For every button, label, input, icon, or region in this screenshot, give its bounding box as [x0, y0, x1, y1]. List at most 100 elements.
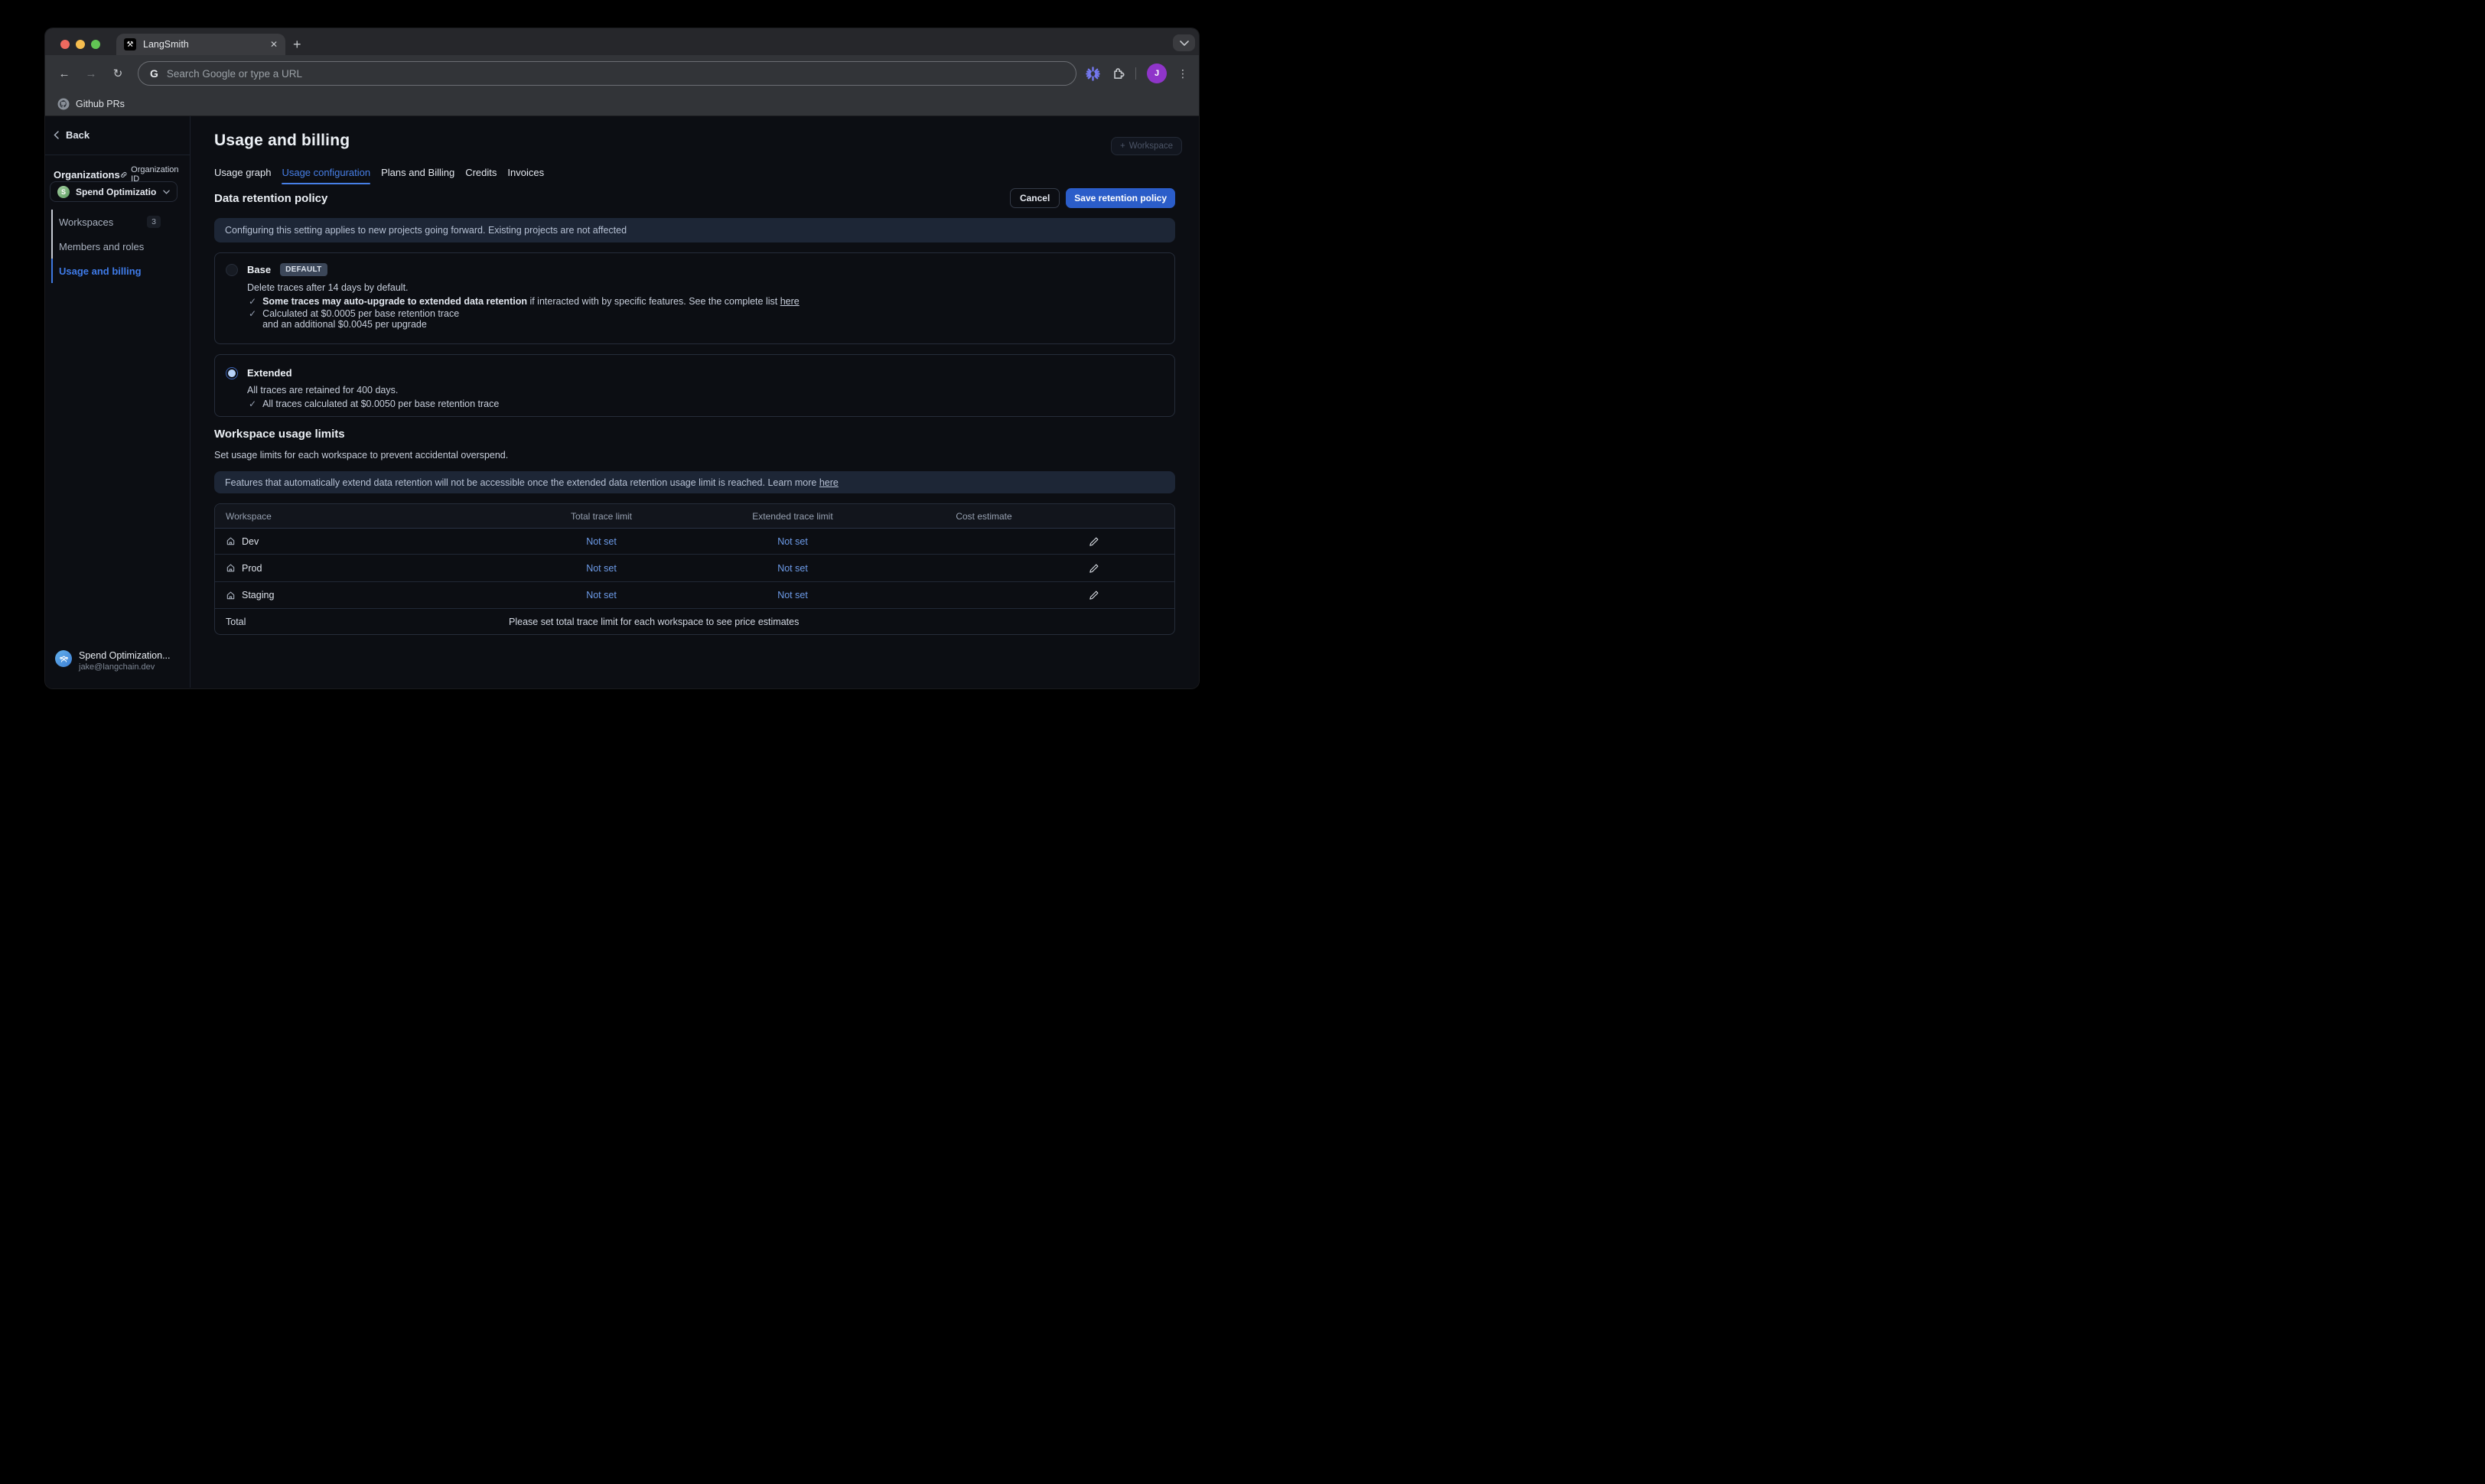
account-menu[interactable]: Spend Optimization... jake@langchain.dev [55, 650, 171, 672]
langsmith-favicon-icon: ⚒ [124, 38, 136, 50]
tab-close-icon[interactable]: ✕ [270, 39, 278, 50]
retention-option-extended: Extended All traces are retained for 400… [214, 354, 1175, 417]
workspace-name: Prod [242, 563, 262, 574]
base-point-1: ✓ Some traces may auto-upgrade to extend… [249, 296, 800, 307]
default-badge: DEFAULT [280, 263, 327, 276]
extended-point1-text: All traces calculated at $0.0050 per bas… [262, 399, 499, 409]
browser-toolbar: ← → ↻ G Search Google or type a URL [45, 55, 1199, 92]
extended-trace-limit-link[interactable]: Not set [697, 563, 888, 574]
sidebar-item-label: Usage and billing [59, 265, 142, 277]
save-retention-policy-button[interactable]: Save retention policy [1066, 188, 1175, 208]
page-tabs: Usage graph Usage configuration Plans an… [214, 167, 544, 184]
extended-trace-limit-link[interactable]: Not set [697, 590, 888, 600]
radio-extended[interactable] [226, 367, 238, 379]
edit-icon[interactable] [1089, 536, 1099, 547]
base-label: Base [247, 264, 271, 275]
back-icon[interactable]: ← [56, 67, 73, 80]
bookmark-github-prs[interactable]: Github PRs [76, 99, 125, 109]
back-button[interactable]: Back [54, 129, 90, 141]
profile-avatar[interactable]: J [1147, 63, 1167, 83]
check-icon: ✓ [249, 399, 256, 409]
sidebar-item-label: Members and roles [59, 241, 144, 252]
total-trace-limit-link[interactable]: Not set [506, 563, 697, 574]
google-icon: G [150, 67, 158, 80]
sidebar-item-usage-billing[interactable]: Usage and billing [51, 259, 190, 283]
workspace-name: Dev [242, 536, 259, 547]
workspace-icon [226, 591, 236, 600]
total-message: Please set total trace limit for each wo… [506, 617, 1174, 627]
retention-option-base: Base DEFAULT Delete traces after 14 days… [214, 252, 1175, 344]
toolbar-divider [1135, 67, 1136, 80]
tab-plans-and-billing[interactable]: Plans and Billing [381, 167, 454, 184]
sidebar-item-workspaces[interactable]: Workspaces 3 [51, 210, 190, 234]
usage-limits-table: Workspace Total trace limit Extended tra… [214, 503, 1175, 635]
account-avatar [55, 650, 72, 667]
workspace-icon [226, 563, 236, 573]
tab-strip: ⚒ LangSmith ✕ + [45, 28, 1199, 55]
page-title: Usage and billing [214, 132, 350, 150]
retention-info-banner: Configuring this setting applies to new … [214, 218, 1175, 242]
learn-more-link[interactable]: here [819, 477, 839, 488]
sidebar-item-members[interactable]: Members and roles [51, 234, 190, 259]
sidebar-item-label: Workspaces [59, 216, 113, 228]
workspaces-count-badge: 3 [147, 216, 161, 228]
base-point2-line2: and an additional $0.0045 per upgrade [262, 319, 427, 330]
base-description: Delete traces after 14 days by default. [247, 282, 409, 293]
extended-trace-limit-link[interactable]: Not set [697, 536, 888, 547]
table-row-staging: Staging Not set Not set [215, 582, 1174, 609]
workspace-icon [226, 536, 236, 546]
limits-heading: Workspace usage limits [214, 428, 345, 441]
limits-banner-text: Features that automatically extend data … [225, 477, 819, 488]
org-selector-value: Spend Optimization Tu... [76, 187, 157, 197]
add-workspace-label: Workspace [1129, 142, 1173, 151]
col-header-total-trace-limit: Total trace limit [506, 511, 697, 522]
tab-usage-configuration[interactable]: Usage configuration [282, 167, 370, 184]
reload-icon[interactable]: ↻ [109, 67, 126, 80]
browser-menu-icon[interactable]: ⋮ [1177, 67, 1188, 80]
col-header-cost-estimate: Cost estimate [888, 511, 1080, 522]
base-point1-rest: if interacted with by specific features.… [527, 296, 780, 307]
col-header-workspace: Workspace [215, 511, 506, 522]
table-row-dev: Dev Not set Not set [215, 529, 1174, 555]
table-total-row: Total Please set total trace limit for e… [215, 609, 1174, 635]
minimize-window-button[interactable] [76, 40, 85, 49]
chevron-left-icon [54, 131, 59, 139]
tab-usage-graph[interactable]: Usage graph [214, 167, 271, 184]
extensions-puzzle-icon[interactable] [1111, 67, 1125, 80]
account-name: Spend Optimization... [79, 650, 171, 661]
new-tab-button[interactable]: + [293, 34, 301, 54]
table-row-prod: Prod Not set Not set [215, 555, 1174, 582]
add-workspace-button[interactable]: + Workspace [1111, 137, 1182, 155]
edit-icon[interactable] [1089, 590, 1099, 600]
maximize-window-button[interactable] [91, 40, 100, 49]
radio-base[interactable] [226, 264, 238, 276]
link-icon [120, 171, 127, 179]
back-label: Back [66, 129, 90, 141]
retention-header-row: Data retention policy Cancel Save retent… [214, 188, 1175, 208]
limits-description: Set usage limits for each workspace to p… [214, 450, 508, 460]
extension-starburst-icon[interactable] [1086, 67, 1100, 81]
table-header-row: Workspace Total trace limit Extended tra… [215, 504, 1174, 529]
check-icon: ✓ [249, 308, 256, 319]
cancel-button[interactable]: Cancel [1010, 188, 1060, 208]
workspace-name: Staging [242, 590, 274, 600]
url-bar[interactable]: G Search Google or type a URL [138, 61, 1076, 86]
tab-invoices[interactable]: Invoices [507, 167, 544, 184]
total-trace-limit-link[interactable]: Not set [506, 536, 697, 547]
tab-credits[interactable]: Credits [465, 167, 497, 184]
browser-tab[interactable]: ⚒ LangSmith ✕ [116, 34, 285, 55]
chevron-down-icon [1180, 41, 1189, 46]
base-point-2: ✓ Calculated at $0.0005 per base retenti… [249, 308, 459, 330]
extended-description: All traces are retained for 400 days. [247, 385, 398, 395]
total-trace-limit-link[interactable]: Not set [506, 590, 697, 600]
retention-heading: Data retention policy [214, 192, 327, 205]
close-window-button[interactable] [60, 40, 70, 49]
sidebar: Back Organizations Organization ID S Spe… [45, 116, 191, 688]
edit-icon[interactable] [1089, 563, 1099, 574]
organization-selector[interactable]: S Spend Optimization Tu... [50, 181, 178, 202]
forward-icon[interactable]: → [83, 67, 99, 80]
account-email: jake@langchain.dev [79, 662, 171, 672]
tab-search-button[interactable] [1173, 34, 1195, 51]
complete-list-link[interactable]: here [780, 296, 800, 307]
github-icon [57, 98, 70, 110]
